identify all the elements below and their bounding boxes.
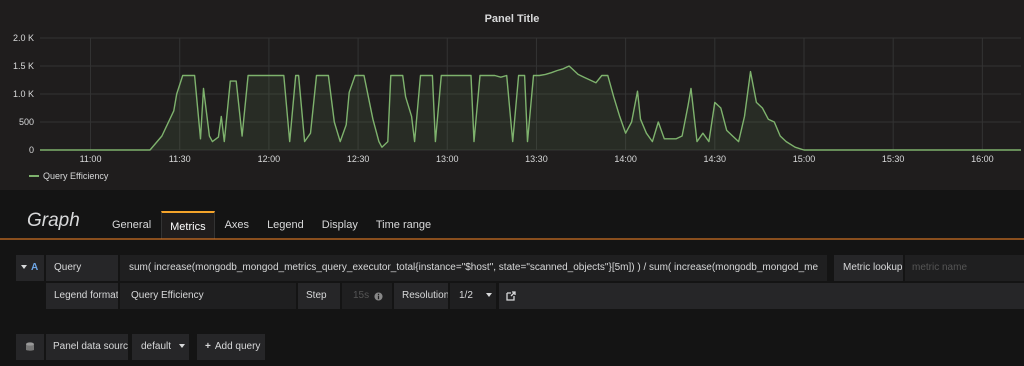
tab-display[interactable]: Display [314, 211, 366, 239]
legend-swatch [29, 175, 39, 177]
legend-format-label: Legend format [46, 283, 118, 309]
x-tick-label: 14:30 [704, 154, 727, 164]
query-input[interactable]: sum( increase(mongodb_mongod_metrics_que… [120, 255, 827, 281]
y-tick-label: 1.0 K [13, 89, 34, 99]
chart-svg: 0 500 1.0 K 1.5 K 2.0 K 11:00 11:30 12:00 12:30 1… [13, 33, 1021, 164]
tab-general[interactable]: General [104, 211, 159, 239]
datasource-value: default [141, 341, 172, 352]
datasource-select[interactable]: default [132, 334, 189, 360]
resolution-label: Resolution [394, 283, 448, 309]
panel-title[interactable]: Panel Title [0, 13, 1024, 25]
step-placeholder: 15s [353, 290, 370, 301]
y-tick-label: 1.5 K [13, 61, 34, 71]
legend-label[interactable]: Query Efficiency [43, 171, 108, 181]
x-tick-label: 13:30 [525, 154, 548, 164]
x-tick-label: 14:00 [614, 154, 637, 164]
x-tick-label: 11:00 [80, 154, 102, 164]
datasource-icon-box [16, 334, 44, 360]
step-input[interactable]: 15s [342, 283, 392, 309]
y-tick-label: 2.0 K [13, 33, 34, 43]
resolution-value: 1/2 [459, 290, 473, 301]
resolution-select[interactable]: 1/2 [450, 283, 496, 309]
info-icon[interactable] [374, 292, 383, 301]
chevron-down-icon [179, 334, 185, 360]
add-query-label: Add query [214, 341, 261, 352]
tab-axes[interactable]: Axes [217, 211, 257, 239]
y-tick-label: 500 [19, 117, 34, 127]
x-tick-label: 15:00 [793, 154, 816, 164]
metric-lookup-label: Metric lookup [834, 255, 903, 281]
x-tick-label: 16:00 [971, 154, 994, 164]
x-tick-label: 15:30 [882, 154, 905, 164]
query-ref-id: A [31, 262, 39, 273]
x-tick-label: 11:30 [169, 154, 191, 164]
tab-metrics[interactable]: Metrics [161, 211, 215, 239]
caret-down-icon[interactable] [21, 255, 27, 281]
metric-lookup-input[interactable] [905, 255, 1024, 281]
tab-legend[interactable]: Legend [259, 211, 312, 239]
tab-time-range[interactable]: Time range [368, 211, 439, 239]
query-label: Query [46, 255, 118, 281]
x-tick-label: 12:30 [347, 154, 370, 164]
plus-icon: + [205, 341, 211, 352]
query-row-header[interactable]: A [16, 255, 44, 281]
x-tick-label: 13:00 [436, 154, 459, 164]
legend-format-input[interactable]: Query Efficiency [120, 283, 296, 309]
legend-item[interactable]: Query Efficiency [29, 171, 108, 181]
external-link-icon[interactable] [506, 291, 516, 301]
add-query-button[interactable]: + Add query [197, 334, 265, 360]
x-tick-label: 12:00 [258, 154, 281, 164]
database-icon [26, 342, 34, 351]
datasource-label: Panel data source [46, 334, 128, 360]
editor-title: Graph [27, 210, 80, 231]
query-row-filler [499, 283, 1024, 309]
step-label: Step [298, 283, 340, 309]
graph-panel: 0 500 1.0 K 1.5 K 2.0 K 11:00 11:30 12:00 12:30 1… [0, 0, 1024, 190]
y-tick-label: 0 [29, 145, 34, 155]
chevron-down-icon [486, 283, 492, 309]
editor-tabs: General Metrics Axes Legend Display Time… [104, 211, 441, 239]
